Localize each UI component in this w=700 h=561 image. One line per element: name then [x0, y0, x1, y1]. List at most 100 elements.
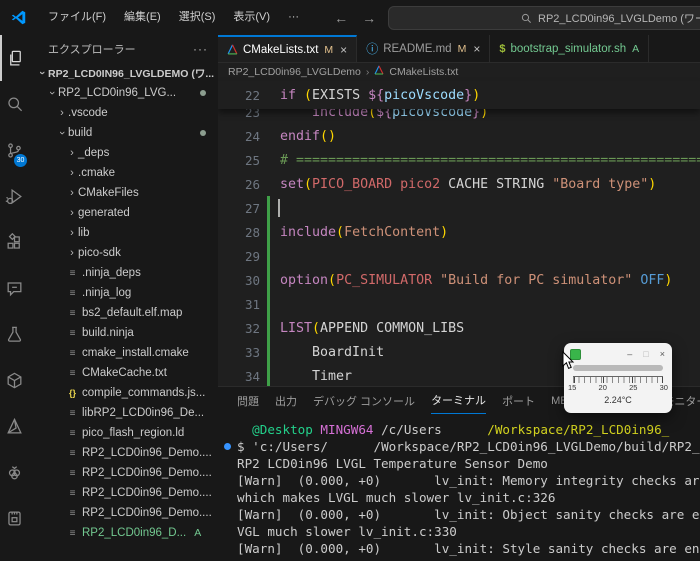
tree-item[interactable]: ›RP2_LCD0in96_LVG... — [28, 83, 218, 103]
panel-tab-item[interactable]: 出力 — [275, 388, 297, 413]
tree-item[interactable]: ›CMakeFiles — [28, 183, 218, 203]
activity-memory-icon[interactable] — [0, 495, 28, 541]
close-icon[interactable]: × — [340, 43, 347, 57]
back-icon[interactable]: ← — [334, 10, 348, 26]
sticky-scroll-line[interactable]: 22if (EXISTS ${picoVscode}) — [218, 81, 700, 109]
tree-item[interactable]: ≡.ninja_deps — [28, 263, 218, 283]
panel-tab-item[interactable]: デバッグ コンソール — [313, 388, 415, 413]
menu-item[interactable]: ファイル(F) — [39, 0, 115, 35]
activity-testing-icon[interactable] — [0, 311, 28, 357]
tree-item[interactable]: ≡RP2_LCD0in96_D...A — [28, 523, 218, 543]
menu-item[interactable]: 編集(E) — [115, 0, 170, 35]
activity-extensions-icon[interactable] — [0, 219, 28, 265]
code-line[interactable]: 24endif() — [218, 124, 700, 148]
tree-item[interactable]: ›build — [28, 123, 218, 143]
code-line[interactable]: 32LIST(APPEND COMMON_LIBS — [218, 316, 700, 340]
tree-item[interactable]: ›.vscode — [28, 103, 218, 123]
tree-item-label: CMakeFiles — [78, 187, 139, 199]
line-number: 31 — [218, 297, 260, 312]
menu-item[interactable]: 選択(S) — [170, 0, 225, 35]
search-text: RP2_LCD0in96_LVGLDemo (ワークス — [538, 10, 700, 26]
more-actions-icon[interactable]: ··· — [193, 42, 208, 56]
tree-item[interactable]: ≡libRP2_LCD0in96_De... — [28, 403, 218, 423]
command-center-search[interactable]: RP2_LCD0in96_LVGLDemo (ワークス — [388, 6, 700, 30]
code-line[interactable]: 25# ====================================… — [218, 148, 700, 172]
terminal-output[interactable]: @Desktop MINGW64 /c/Users /Workspace/RP2… — [218, 421, 700, 561]
tree-item[interactable]: ≡CMakeCache.txt — [28, 363, 218, 383]
activity-package-icon[interactable] — [0, 357, 28, 403]
activity-chat-icon[interactable] — [0, 265, 28, 311]
chevron-down-icon: › — [56, 127, 68, 139]
menu-item[interactable]: ··· — [279, 0, 308, 35]
code-token: ${ — [368, 88, 384, 103]
activity-run-debug-icon[interactable] — [0, 173, 28, 219]
breadcrumb-project[interactable]: RP2_LCD0in96_LVGLDemo — [228, 66, 361, 78]
close-icon[interactable]: × — [660, 349, 665, 359]
minimize-icon[interactable]: – — [627, 349, 632, 359]
tree-item-label: RP2_LCD0in96_Demo.... — [82, 467, 212, 479]
tree-item-label: .ninja_deps — [82, 267, 141, 279]
tree-item-label: pico-sdk — [78, 247, 121, 259]
editor-tab[interactable]: CMakeLists.txtM× — [218, 35, 357, 62]
command-decoration-dot[interactable] — [224, 443, 231, 450]
simulator-window-controls: – □ × — [627, 349, 665, 359]
simulator-title-bar[interactable]: – □ × — [564, 343, 672, 362]
tree-item[interactable]: ›_deps — [28, 143, 218, 163]
tree-item[interactable]: ≡RP2_LCD0in96_Demo.... — [28, 443, 218, 463]
activity-explorer-icon[interactable] — [0, 35, 28, 81]
code-line[interactable]: 30option(PC_SIMULATOR "Build for PC simu… — [218, 268, 700, 292]
code-token: ) — [664, 273, 672, 288]
line-number: 30 — [218, 273, 260, 288]
code-token: EXISTS — [312, 88, 368, 103]
tree-item[interactable]: ›RP2_LCD0IN96_LVGLDEMO (ワ... — [28, 63, 218, 83]
tree-item-label: cmake_install.cmake — [82, 347, 189, 359]
activity-bar: 30 — [0, 35, 29, 561]
activity-cmake-icon[interactable] — [0, 403, 28, 449]
tree-item[interactable]: {}compile_commands.js... — [28, 383, 218, 403]
simulator-window[interactable]: – □ × 15202530 2.24°C — [564, 343, 672, 413]
terminal-line: $ 'c:/Users/ /Workspace/RP2_LCD0in96_LVG… — [218, 438, 700, 455]
tree-item[interactable]: ≡RP2_LCD0in96_Demo.... — [28, 503, 218, 523]
tree-item[interactable]: ≡.ninja_log — [28, 283, 218, 303]
code-line[interactable]: 28include(FetchContent) — [218, 220, 700, 244]
tree-item[interactable]: ≡RP2_LCD0in96_Demo.... — [28, 483, 218, 503]
tree-item[interactable]: ≡build.ninja — [28, 323, 218, 343]
code-line[interactable]: 26set(PICO_BOARD pico2 CACHE STRING "Boa… — [218, 172, 700, 196]
maximize-icon[interactable]: □ — [643, 349, 648, 359]
terminal-token — [328, 439, 374, 454]
activity-source-control-icon[interactable]: 30 — [0, 127, 28, 173]
tree-item[interactable]: ›.cmake — [28, 163, 218, 183]
tree-item[interactable]: ≡RP2_LCD0in96_Demo.... — [28, 463, 218, 483]
breadcrumb[interactable]: RP2_LCD0in96_LVGLDemo › CMakeLists.txt — [218, 62, 700, 81]
tree-item[interactable]: ›pico-sdk — [28, 243, 218, 263]
panel-tab-item[interactable]: 問題 — [237, 388, 259, 413]
breadcrumb-file[interactable]: CMakeLists.txt — [389, 66, 458, 78]
activity-raspberry-pi-icon[interactable] — [0, 449, 28, 495]
forward-icon[interactable]: → — [362, 10, 376, 26]
code-token: "Build for PC simulator" — [440, 273, 632, 288]
menu-item[interactable]: 表示(V) — [224, 0, 279, 35]
code-line[interactable]: 27 — [218, 196, 700, 220]
code-line[interactable]: 31 — [218, 292, 700, 316]
close-icon[interactable]: × — [473, 42, 480, 56]
tree-item[interactable]: ≡pico_flash_region.ld — [28, 423, 218, 443]
tree-item[interactable]: ›generated — [28, 203, 218, 223]
line-number: 29 — [218, 249, 260, 264]
editor-tab[interactable]: ⓘREADME.mdM× — [357, 35, 490, 62]
tree-item[interactable]: ›lib — [28, 223, 218, 243]
chevron-right-icon: › — [66, 147, 78, 159]
explorer-sidebar: エクスプローラー ··· ›RP2_LCD0IN96_LVGLDEMO (ワ..… — [28, 35, 219, 561]
temperature-slider[interactable] — [573, 365, 663, 371]
activity-search-icon[interactable] — [0, 81, 28, 127]
tree-item[interactable]: ≡cmake_install.cmake — [28, 343, 218, 363]
editor-tab[interactable]: $bootstrap_simulator.shA — [490, 35, 649, 62]
tree-item[interactable]: ≡bs2_default.elf.map — [28, 303, 218, 323]
code-token: APPEND COMMON_LIBS — [320, 321, 464, 336]
code-token: picoVscode — [384, 88, 464, 103]
panel-tab-active[interactable]: ターミナル — [431, 388, 486, 414]
tree-item-label: compile_commands.js... — [82, 387, 205, 399]
code-line-text: include(FetchContent) — [280, 225, 448, 240]
panel-tab-item[interactable]: ポート — [502, 388, 535, 413]
code-token — [296, 88, 304, 103]
code-line[interactable]: 29 — [218, 244, 700, 268]
